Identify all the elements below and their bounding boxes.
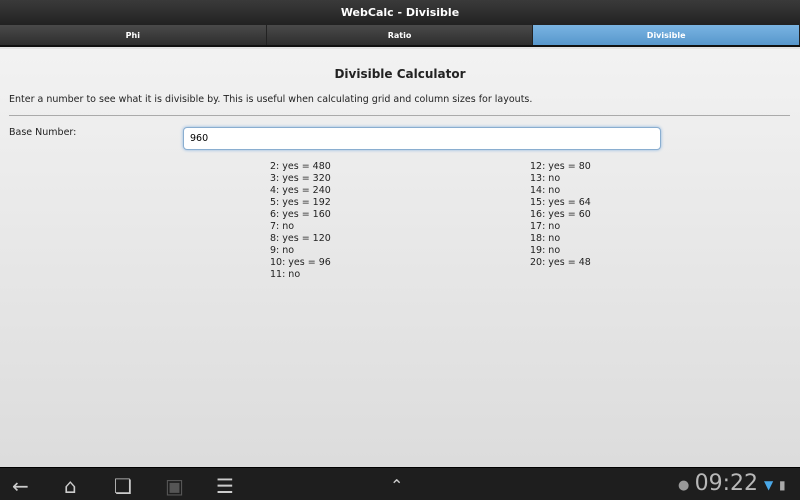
tab-bar: Phi Ratio Divisible [0,25,800,47]
recent-apps-icon[interactable]: ❏ [114,474,132,498]
result-item: 12: yes = 80 [530,161,591,172]
result-item: 5: yes = 192 [270,197,331,208]
result-item: 14: no [530,185,561,196]
result-item: 6: yes = 160 [270,209,331,220]
back-icon[interactable]: ← [12,474,29,498]
result-item: 7: no [270,221,295,232]
base-number-input[interactable] [183,127,661,150]
tab-ratio[interactable]: Ratio [266,25,534,45]
app-title: WebCalc - Divisible [0,0,800,25]
menu-icon[interactable]: ☰ [216,474,234,498]
result-item: 10: yes = 96 [270,257,331,268]
result-item: 4: yes = 240 [270,185,331,196]
result-item: 2: yes = 480 [270,161,331,172]
result-item: 3: yes = 320 [270,173,331,184]
result-item: 11: no [270,269,301,280]
system-bar: ← ⌂ ❏ ▣ ☰ ⌃ ● 09:22 ▼ ▮ [0,467,800,500]
battery-icon: ▮ [779,478,786,492]
result-item: 9: no [270,245,295,256]
android-icon: ● [678,478,690,493]
wifi-icon: ▼ [764,478,774,492]
divider [9,115,790,116]
chevron-up-icon[interactable]: ⌃ [390,476,403,495]
result-item: 18: no [530,233,561,244]
result-item: 16: yes = 60 [530,209,591,220]
description: Enter a number to see what it is divisib… [9,94,533,105]
home-icon[interactable]: ⌂ [64,474,77,498]
base-number-label: Base Number: [9,127,77,138]
result-item: 17: no [530,221,561,232]
results-left: 2: yes = 480 3: yes = 320 4: yes = 240 5… [270,161,331,281]
result-item: 8: yes = 120 [270,233,331,244]
tab-phi[interactable]: Phi [0,25,267,45]
result-item: 13: no [530,173,561,184]
page-title: Divisible Calculator [334,67,466,81]
clock: 09:22 [694,471,758,496]
result-item: 20: yes = 48 [530,257,591,268]
content: Divisible Calculator Enter a number to s… [0,49,800,467]
result-item: 15: yes = 64 [530,197,591,208]
results-right: 12: yes = 80 13: no 14: no 15: yes = 64 … [530,161,591,269]
screenshot-icon[interactable]: ▣ [165,474,184,498]
result-item: 19: no [530,245,561,256]
tab-divisible[interactable]: Divisible [533,25,800,45]
